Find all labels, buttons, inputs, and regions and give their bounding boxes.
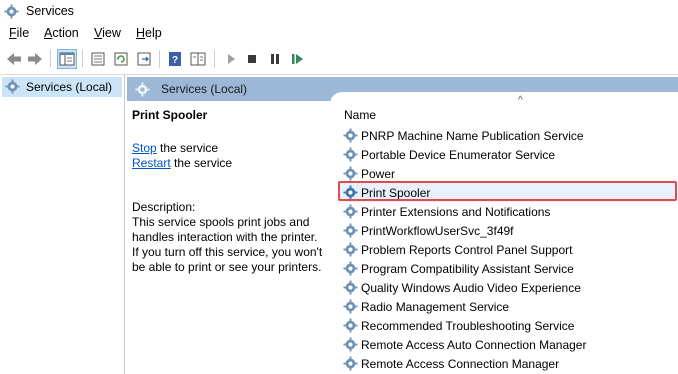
extended-view-icon[interactable]: [189, 50, 207, 68]
services-gear-icon: [5, 79, 20, 94]
service-gear-icon: [343, 280, 358, 295]
service-gear-icon: [343, 185, 358, 200]
pane-header-title: Services (Local): [161, 82, 248, 96]
list-item[interactable]: PNRP Machine Name Publication Service: [340, 126, 676, 145]
menu-action[interactable]: Action: [44, 26, 79, 40]
title-bar: Services: [0, 0, 678, 24]
refresh-icon[interactable]: [112, 50, 130, 68]
tree-item-services-local[interactable]: Services (Local): [2, 77, 122, 97]
restart-service-icon[interactable]: [289, 50, 307, 68]
forward-arrow-icon[interactable]: [26, 50, 44, 68]
service-name: Quality Windows Audio Video Experience: [361, 281, 581, 295]
list-item[interactable]: Quality Windows Audio Video Experience: [340, 278, 676, 297]
list-item[interactable]: PrintWorkflowUserSvc_3f49f: [340, 221, 676, 240]
menu-help-accelerator: H: [136, 26, 146, 40]
service-name: Power: [361, 167, 396, 181]
services-list: ^ Name PNRP Machine Name Publication Ser…: [330, 92, 678, 374]
stop-service-line: Stop the service: [132, 141, 218, 155]
console-tree: Services (Local): [0, 75, 125, 374]
service-gear-icon: [343, 356, 358, 371]
service-name: PNRP Machine Name Publication Service: [361, 129, 584, 143]
list-item[interactable]: Remote Access Connection Manager: [340, 354, 676, 373]
svg-text:?: ?: [172, 55, 178, 66]
service-name: Radio Management Service: [361, 300, 510, 314]
service-name: Program Compatibility Assistant Service: [361, 262, 574, 276]
service-gear-icon: [343, 299, 358, 314]
list-item[interactable]: Remote Access Auto Connection Manager: [340, 335, 676, 354]
service-gear-icon: [343, 147, 358, 162]
window-title: Services: [26, 4, 74, 18]
tree-item-label: Services (Local): [26, 80, 113, 94]
stop-service-link[interactable]: Stop: [132, 141, 157, 155]
list-item[interactable]: Problem Reports Control Panel Support: [340, 240, 676, 259]
service-name: Remote Access Connection Manager: [361, 357, 560, 371]
sort-ascending-icon: ^: [518, 95, 523, 106]
menu-file[interactable]: File: [9, 26, 29, 40]
stop-service-suffix: the service: [156, 141, 219, 155]
restart-service-link[interactable]: Restart: [132, 156, 171, 170]
service-name-heading: Print Spooler: [132, 108, 208, 122]
back-arrow-icon[interactable]: [5, 50, 23, 68]
description-line: This service spools print jobs and: [132, 215, 310, 229]
service-description: Description: This service spools print j…: [132, 200, 332, 275]
service-gear-icon: [343, 242, 358, 257]
service-details-panel: Print Spooler Stop the service Restart t…: [127, 101, 335, 374]
service-name: Printer Extensions and Notifications: [361, 205, 551, 219]
menu-file-label: ile: [16, 26, 30, 40]
list-item[interactable]: Power: [340, 164, 676, 183]
list-item[interactable]: Recommended Troubleshooting Service: [340, 316, 676, 335]
toolbar: ?: [0, 44, 678, 75]
pause-service-icon[interactable]: [266, 50, 284, 68]
restart-service-line: Restart the service: [132, 156, 232, 170]
menu-help[interactable]: Help: [136, 26, 162, 40]
service-gear-icon: [343, 204, 358, 219]
service-name: Recommended Troubleshooting Service: [361, 319, 575, 333]
menu-help-label: elp: [145, 26, 162, 40]
menu-action-label: ction: [52, 26, 79, 40]
list-item[interactable]: Program Compatibility Assistant Service: [340, 259, 676, 278]
service-name: Remote Access Auto Connection Manager: [361, 338, 587, 352]
service-gear-icon: [343, 166, 358, 181]
start-service-icon[interactable]: [222, 50, 240, 68]
properties-icon[interactable]: [89, 50, 107, 68]
list-item[interactable]: Printer Extensions and Notifications: [340, 202, 676, 221]
list-item[interactable]: Portable Device Enumerator Service: [340, 145, 676, 164]
export-list-icon[interactable]: [135, 50, 153, 68]
menu-view-label: iew: [102, 26, 121, 40]
menu-file-accelerator: F: [9, 26, 17, 40]
show-hide-console-tree-icon[interactable]: [57, 49, 77, 69]
description-label: Description:: [132, 200, 196, 214]
service-gear-icon: [343, 128, 358, 143]
description-line: handles interaction with the printer.: [132, 230, 318, 244]
menu-view[interactable]: View: [94, 26, 121, 40]
services-gear-icon: [4, 4, 19, 19]
menu-view-accelerator: V: [94, 26, 103, 40]
services-gear-icon: [135, 82, 150, 97]
description-line: be able to print or see your printers.: [132, 260, 322, 274]
service-name: Portable Device Enumerator Service: [361, 148, 556, 162]
list-item[interactable]: Radio Management Service: [340, 297, 676, 316]
service-name: Problem Reports Control Panel Support: [361, 243, 573, 257]
help-icon[interactable]: ?: [166, 50, 184, 68]
service-gear-icon: [343, 261, 358, 276]
restart-service-suffix: the service: [170, 156, 233, 170]
column-header-name[interactable]: Name: [344, 108, 376, 122]
stop-service-icon[interactable]: [243, 50, 261, 68]
service-gear-icon: [343, 318, 358, 333]
service-gear-icon: [343, 223, 358, 238]
list-item-selected[interactable]: Print Spooler: [340, 183, 676, 202]
description-line: If you turn off this service, you won't: [132, 245, 323, 259]
service-name: PrintWorkflowUserSvc_3f49f: [361, 224, 514, 238]
menu-bar: File Action View Help: [0, 24, 678, 44]
service-gear-icon: [343, 337, 358, 352]
service-name: Print Spooler: [361, 186, 431, 200]
